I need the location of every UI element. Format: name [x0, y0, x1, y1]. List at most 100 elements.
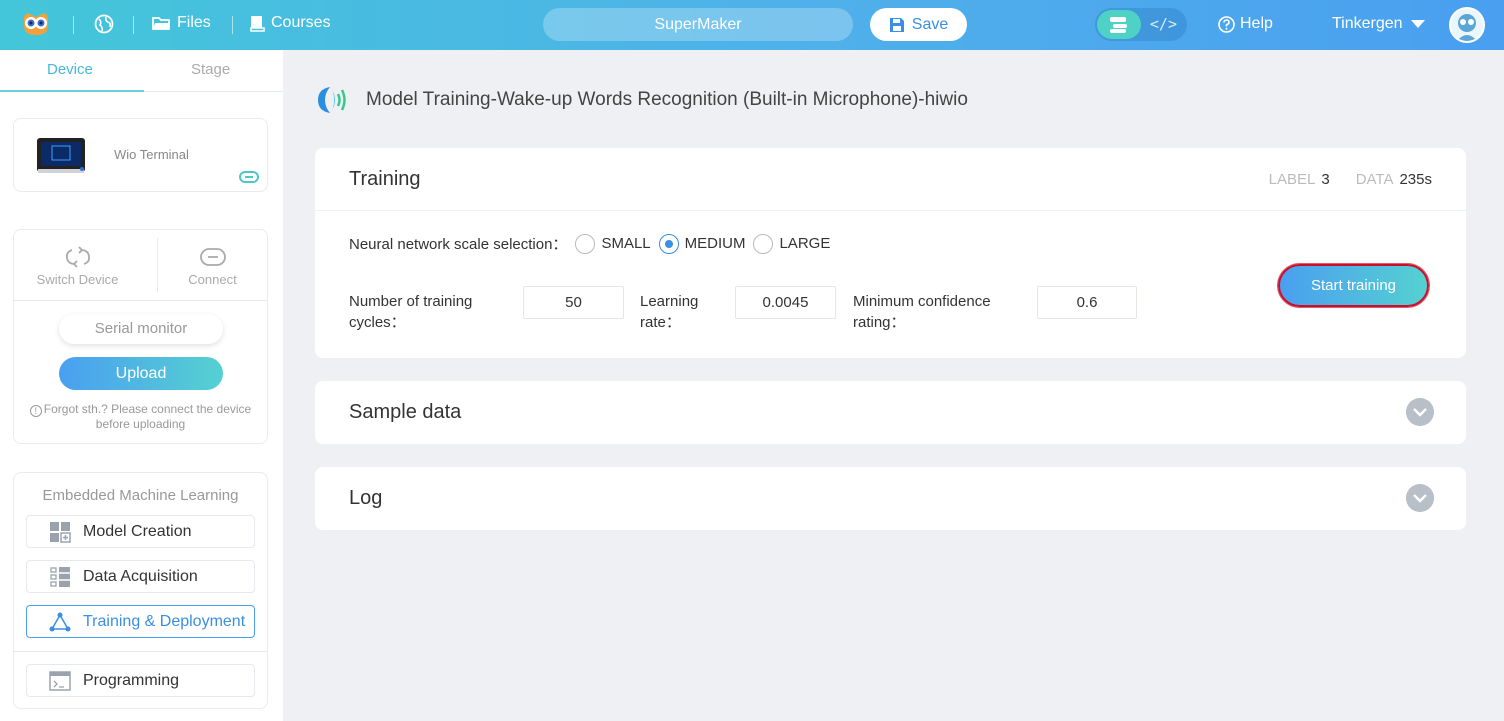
sidebar-item-label: Programming	[83, 671, 180, 689]
radio-small[interactable]	[575, 233, 596, 254]
editor-mode-toggle[interactable]: </>	[1095, 8, 1187, 41]
link-icon[interactable]	[239, 171, 259, 183]
warning-icon: !	[29, 405, 42, 417]
upload-hint: ! Forgot sth.? Please connect the device …	[14, 402, 267, 432]
start-training-button[interactable]: Start training	[1278, 264, 1429, 307]
divider	[14, 651, 267, 652]
save-button[interactable]: Save	[870, 8, 967, 41]
sidebar-item-label: Model Creation	[83, 522, 192, 540]
switch-device-label: Switch Device	[36, 272, 119, 287]
user-name: Tinkergen	[1332, 15, 1403, 32]
help-circle-icon	[1218, 15, 1235, 33]
label-line: rate：	[640, 314, 681, 331]
page-header: Model Training-Wake-up Words Recognition…	[316, 85, 968, 115]
separator	[73, 16, 74, 34]
ml-section-title: Embedded Machine Learning	[42, 487, 239, 504]
training-panel: Training LABEL 3 DATA 235s Neural network s…	[315, 148, 1466, 358]
radio-large-label[interactable]: LARGE	[779, 235, 830, 252]
list-icon	[50, 566, 70, 587]
help-label: Help	[1240, 15, 1273, 32]
save-label: Save	[911, 15, 949, 33]
wio-terminal-image	[37, 138, 85, 173]
active-tab-indicator	[0, 90, 144, 92]
switch-device-button[interactable]: Switch Device	[14, 230, 141, 300]
device-actions-card: Switch Device Connect Serial monitor Upl…	[13, 229, 268, 444]
sidebar-item-model-creation[interactable]: Model Creation	[26, 515, 255, 548]
project-name-field[interactable]: SuperMaker	[543, 8, 853, 41]
label-count-key: LABEL	[1268, 171, 1316, 188]
sample-data-panel[interactable]: Sample data	[315, 381, 1466, 444]
grid-plus-icon	[50, 521, 71, 543]
training-panel-header: Training LABEL 3 DATA 235s	[315, 148, 1466, 211]
embedded-ml-card: Embedded Machine Learning Model Creation…	[13, 472, 268, 709]
courses-menu[interactable]: Courses	[250, 14, 331, 32]
connect-button[interactable]: Connect	[149, 230, 276, 300]
divider	[14, 300, 267, 301]
sidebar-item-programming[interactable]: Programming	[26, 664, 255, 697]
files-menu[interactable]: Files	[152, 14, 211, 32]
label-count-value: 3	[1321, 171, 1330, 188]
training-cycles-input[interactable]: 50	[523, 286, 624, 319]
nn-scale-selection: Neural network scale selection： SMALL ME…	[349, 233, 830, 254]
sample-data-title: Sample data	[349, 401, 462, 423]
chevron-down-icon[interactable]	[1406, 484, 1434, 512]
courses-label: Courses	[271, 14, 331, 31]
help-link[interactable]: Help	[1218, 15, 1273, 33]
book-icon	[250, 15, 265, 32]
device-card[interactable]: Wio Terminal	[13, 118, 268, 192]
radio-small-label[interactable]: SMALL	[601, 235, 650, 252]
min-confidence-input[interactable]: 0.6	[1037, 286, 1137, 319]
radio-medium[interactable]	[658, 233, 679, 254]
network-triangle-icon	[49, 612, 71, 631]
training-cycles-label: Number of training cycles：	[349, 291, 472, 333]
data-duration-key: DATA	[1355, 171, 1394, 188]
sidebar-item-data-acquisition[interactable]: Data Acquisition	[26, 560, 255, 593]
sidebar: Device Stage Wio Terminal Switch Device …	[0, 50, 283, 721]
learning-rate-input[interactable]: 0.0045	[735, 286, 836, 319]
serial-monitor-button[interactable]: Serial monitor	[59, 314, 223, 344]
log-panel[interactable]: Log	[315, 467, 1466, 530]
min-confidence-label: Minimum confidence rating：	[853, 291, 991, 333]
separator	[133, 16, 134, 34]
sidebar-tabs: Device Stage	[0, 50, 283, 92]
label-line: rating：	[853, 314, 906, 331]
floppy-disk-icon	[889, 17, 904, 32]
label-line: Minimum confidence	[853, 293, 991, 310]
sidebar-item-label: Data Acquisition	[83, 567, 198, 585]
radio-large[interactable]	[753, 233, 774, 254]
label-line: Number of training	[349, 293, 473, 310]
top-bar: Files Courses SuperMaker Save </> Help T…	[0, 0, 1504, 50]
terminal-icon	[49, 670, 71, 691]
training-title: Training	[349, 168, 421, 190]
training-stats: LABEL 3 DATA 235s	[1269, 171, 1432, 188]
upload-button[interactable]: Upload	[59, 357, 223, 390]
page-title: Model Training-Wake-up Words Recognition…	[366, 89, 968, 110]
voice-wave-icon	[318, 87, 346, 113]
owl-logo-icon[interactable]	[22, 12, 50, 36]
blocks-mode-icon[interactable]	[1097, 10, 1141, 39]
connect-label: Connect	[188, 272, 237, 287]
main-content: Model Training-Wake-up Words Recognition…	[283, 50, 1504, 721]
label-line: cycles：	[349, 314, 406, 331]
avatar[interactable]	[1449, 7, 1485, 43]
folder-icon	[152, 16, 170, 30]
device-name: Wio Terminal	[114, 147, 189, 162]
user-menu[interactable]: Tinkergen	[1332, 15, 1425, 33]
label-line: Learning	[640, 293, 699, 310]
learning-rate-label: Learning rate：	[640, 291, 698, 333]
log-title: Log	[349, 487, 383, 509]
globe-icon[interactable]	[94, 14, 114, 34]
tab-device[interactable]: Device	[47, 61, 93, 78]
chevron-down-icon[interactable]	[1406, 398, 1434, 426]
nn-scale-label: Neural network scale selection：	[349, 236, 568, 253]
code-mode-icon[interactable]: </>	[1150, 15, 1177, 33]
sidebar-item-label: Training & Deployment	[83, 612, 246, 630]
sidebar-item-training-deployment[interactable]: Training & Deployment	[26, 605, 255, 638]
radio-medium-label[interactable]: MEDIUM	[685, 235, 746, 252]
data-duration-value: 235s	[1399, 171, 1432, 188]
link-icon	[199, 248, 226, 266]
switch-arrows-icon	[65, 246, 90, 268]
upload-hint-text: Forgot sth.? Please connect the device b…	[43, 402, 252, 431]
files-label: Files	[177, 14, 211, 31]
tab-stage[interactable]: Stage	[191, 61, 230, 78]
